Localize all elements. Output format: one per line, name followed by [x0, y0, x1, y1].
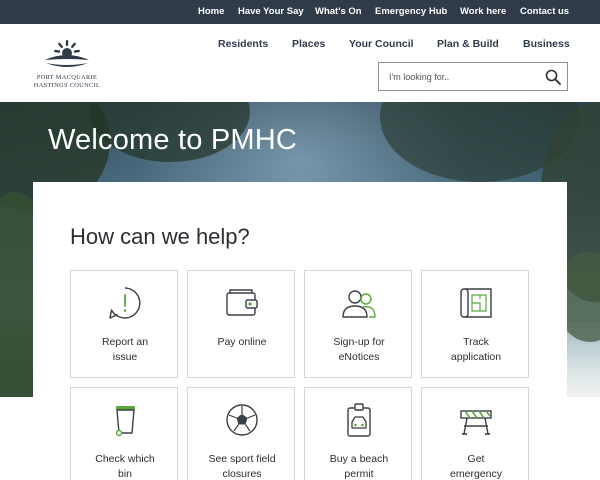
card-label: Check which bin: [95, 453, 155, 480]
nav-business[interactable]: Business: [523, 38, 570, 50]
card-label: Sign-up for eNotices: [333, 336, 385, 363]
blueprint-icon: [460, 288, 492, 318]
magnifier-icon[interactable]: [545, 69, 561, 85]
users-icon: [342, 290, 376, 318]
logo-text-line1: PORT MACQUARIE: [36, 74, 98, 81]
logo-text-line2: HASTINGS COUNCIL: [33, 82, 101, 89]
card-label: See sport field closures: [208, 453, 276, 480]
utility-nav-bar: Home Have Your Say What's On Emergency H…: [0, 0, 600, 24]
nav-your-council[interactable]: Your Council: [349, 38, 414, 50]
utility-link-work-here[interactable]: Work here: [460, 6, 506, 17]
utility-link-have-your-say[interactable]: Have Your Say: [238, 6, 304, 17]
card-check-bin[interactable]: Check which bin: [70, 387, 178, 480]
help-panel: How can we help? Report an issue Pay onli…: [33, 182, 567, 480]
card-label: Buy a beach permit: [329, 453, 389, 480]
help-title: How can we help?: [70, 224, 250, 249]
wallet-icon: [226, 289, 258, 316]
card-report-issue[interactable]: Report an issue: [70, 270, 178, 378]
card-label: Get emergency: [450, 453, 502, 480]
utility-link-contact-us[interactable]: Contact us: [520, 6, 569, 17]
card-label: Pay online: [217, 336, 267, 348]
sun-waves-logo-icon: [45, 40, 89, 67]
card-pay-online[interactable]: Pay online: [187, 270, 295, 378]
vehicle-permit-icon: [347, 403, 371, 437]
council-logo[interactable]: PORT MACQUARIE HASTINGS COUNCIL: [30, 38, 104, 94]
card-sign-up-enotices[interactable]: Sign-up for eNotices: [304, 270, 412, 378]
card-track-application[interactable]: Track application: [421, 270, 529, 378]
hero-title: Welcome to PMHC: [48, 124, 298, 156]
nav-residents[interactable]: Residents: [218, 38, 268, 50]
card-label: Report an issue: [101, 336, 149, 363]
search-box: [378, 62, 568, 91]
utility-link-emergency-hub[interactable]: Emergency Hub: [375, 6, 447, 17]
soccer-ball-icon: [226, 404, 258, 436]
wheelie-bin-icon: [115, 406, 135, 437]
road-barrier-icon: [460, 410, 492, 435]
search-input[interactable]: [380, 64, 530, 89]
card-beach-permit[interactable]: Buy a beach permit: [304, 387, 412, 480]
card-get-emergency[interactable]: Get emergency: [421, 387, 529, 480]
card-label: Track application: [450, 336, 502, 363]
utility-link-home[interactable]: Home: [198, 6, 224, 17]
site-header: PORT MACQUARIE HASTINGS COUNCIL Resident…: [0, 24, 600, 102]
utility-link-whats-on[interactable]: What's On: [315, 6, 362, 17]
card-sport-field-closures[interactable]: See sport field closures: [187, 387, 295, 480]
alert-speech-bubble-icon: [109, 287, 141, 319]
nav-plan-build[interactable]: Plan & Build: [437, 38, 499, 50]
nav-places[interactable]: Places: [292, 38, 325, 50]
